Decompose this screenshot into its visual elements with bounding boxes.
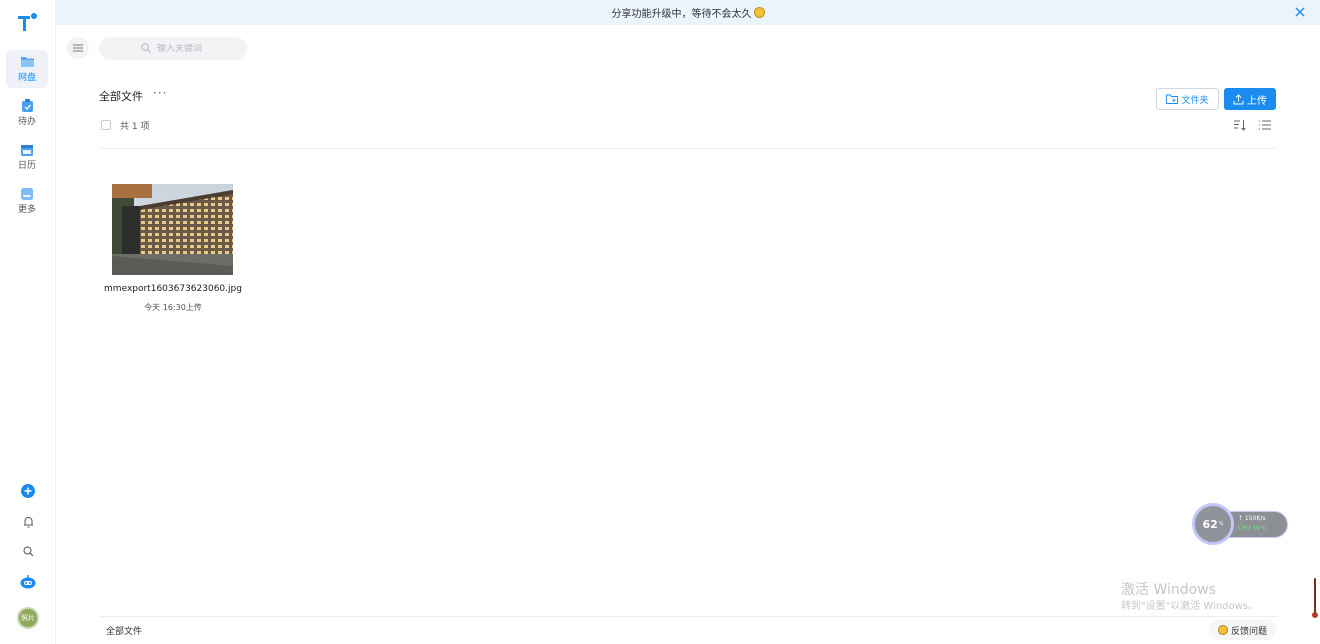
more-options-button[interactable]: ···	[153, 86, 167, 100]
sidebar-item-label: 更多	[17, 205, 36, 215]
divider	[99, 616, 1277, 617]
file-upload-time: 今天 16:30上传	[144, 303, 202, 312]
assistant-button[interactable]	[18, 572, 38, 592]
hamburger-icon	[73, 44, 83, 52]
sort-icon[interactable]	[1233, 118, 1247, 132]
feedback-icon	[1217, 625, 1228, 635]
feedback-label: 反馈问题	[1230, 626, 1267, 637]
search-icon	[23, 546, 33, 556]
upload-icon	[1233, 93, 1244, 104]
banner-text: 分享功能升级中，等待不会太久	[611, 9, 752, 20]
memory-unit: %	[1218, 521, 1224, 527]
notifications-button[interactable]	[18, 512, 38, 532]
photo-thumbnail-icon	[112, 184, 233, 275]
folder-icon	[20, 55, 34, 68]
breadcrumb[interactable]: 全部文件	[106, 624, 142, 637]
calendar-icon	[20, 143, 34, 156]
memory-usage-gauge: 62%	[1192, 503, 1234, 545]
menu-toggle-button[interactable]	[67, 37, 89, 59]
sidebar-item-label: 待办	[17, 117, 36, 127]
search-button[interactable]	[18, 541, 38, 561]
new-folder-label: 文件夹	[1181, 95, 1209, 106]
item-count: 共 1 项	[120, 122, 150, 132]
sidebar-item-label: 网盘	[17, 73, 36, 83]
network-speed: ↑ 150K/s	[1238, 515, 1266, 522]
sidebar-item-more[interactable]: 更多	[6, 182, 48, 220]
plus-circle-icon	[21, 484, 35, 498]
file-name: mmexport1603673623060.jpg	[104, 284, 242, 294]
more-apps-icon	[20, 187, 34, 200]
file-item[interactable]: mmexport1603673623060.jpg 今天 16:30上传	[102, 176, 244, 316]
list-view-icon[interactable]	[1258, 118, 1272, 132]
new-folder-icon	[1166, 94, 1179, 104]
page-title: 全部文件	[99, 90, 143, 103]
system-monitor-widget[interactable]: 62% ↑ 150K/s CPU 39°C	[1192, 503, 1288, 545]
sidebar-item-label: 日历	[17, 161, 36, 171]
sidebar-item-todo[interactable]: 待办	[6, 94, 48, 132]
activation-watermark-subtitle: 转到"设置"以激活 Windows。	[1121, 601, 1259, 612]
upload-label: 上传	[1247, 95, 1267, 107]
memory-percent: 62	[1202, 517, 1218, 531]
sidebar-item-drive[interactable]: 网盘	[6, 50, 48, 88]
cpu-temp: CPU 39°C	[1238, 525, 1267, 532]
sidebar-item-calendar[interactable]: 日历	[6, 138, 48, 176]
search-input[interactable]	[157, 43, 237, 54]
sidebar: 网盘 待办 日历 更多 照片	[0, 0, 56, 644]
smile-emoji-icon	[753, 7, 765, 18]
activation-watermark-title: 激活 Windows	[1121, 582, 1216, 598]
new-folder-button[interactable]: 文件夹	[1156, 88, 1219, 110]
add-button[interactable]	[18, 481, 38, 501]
select-all-checkbox[interactable]	[101, 120, 111, 130]
thermometer-icon	[1312, 578, 1318, 618]
robot-icon	[20, 575, 36, 589]
divider	[99, 148, 1277, 149]
close-icon[interactable]	[1293, 5, 1307, 19]
search-box	[99, 37, 247, 60]
app-logo-icon[interactable]	[17, 12, 39, 32]
file-thumbnail	[112, 184, 233, 275]
todo-icon	[20, 99, 34, 112]
bell-icon	[23, 517, 33, 528]
upload-button[interactable]: 上传	[1224, 88, 1276, 110]
app-window: 网盘 待办 日历 更多 照片 分享功能升级中，等待不会太久 输入关键词 全部文件…	[0, 0, 1320, 644]
search-icon	[141, 43, 151, 53]
announcement-banner: 分享功能升级中，等待不会太久	[56, 0, 1320, 25]
avatar[interactable]: 照片	[17, 607, 39, 629]
feedback-button[interactable]: 反馈问题	[1209, 620, 1276, 640]
avatar-text: 照片	[21, 614, 35, 622]
